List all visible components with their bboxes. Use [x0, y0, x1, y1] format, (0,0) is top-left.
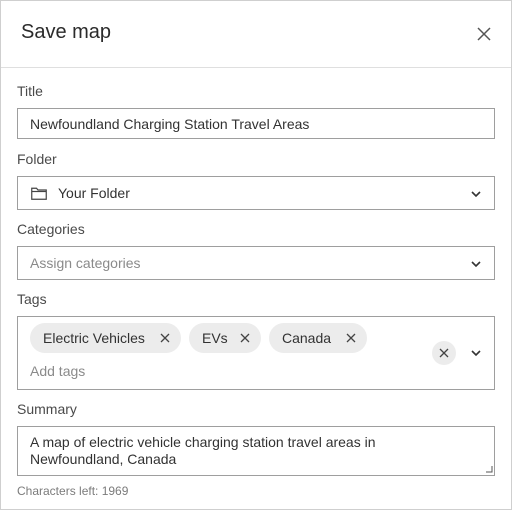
- summary-label: Summary: [17, 401, 77, 417]
- categories-select[interactable]: Assign categories: [17, 246, 495, 280]
- clear-tags-button[interactable]: [432, 341, 456, 365]
- dialog-header: Save map: [1, 1, 511, 68]
- resize-handle-icon[interactable]: [485, 465, 493, 473]
- remove-tag-icon[interactable]: [159, 332, 171, 344]
- title-label: Title: [17, 83, 43, 99]
- tags-label: Tags: [17, 291, 47, 307]
- summary-textarea[interactable]: A map of electric vehicle charging stati…: [17, 426, 495, 476]
- close-icon: [439, 348, 449, 358]
- title-input-value: Newfoundland Charging Station Travel Are…: [30, 116, 310, 132]
- categories-label: Categories: [17, 221, 85, 237]
- remove-tag-icon[interactable]: [345, 332, 357, 344]
- tags-input-placeholder[interactable]: Add tags: [30, 363, 85, 379]
- chevron-down-icon: [471, 191, 481, 198]
- folder-label: Folder: [17, 151, 57, 167]
- summary-line: Newfoundland, Canada: [30, 451, 177, 467]
- title-input[interactable]: Newfoundland Charging Station Travel Are…: [17, 108, 495, 139]
- tags-combobox[interactable]: Electric Vehicles EVs Canada Add tags: [17, 316, 495, 390]
- remove-tag-icon[interactable]: [239, 332, 251, 344]
- tag-chip[interactable]: EVs: [189, 323, 261, 353]
- characters-left: Characters left: 1969: [17, 484, 129, 498]
- tag-chip-label: Canada: [282, 330, 332, 346]
- save-map-dialog: Save map Title Newfoundland Charging Sta…: [0, 0, 512, 510]
- tag-chip-label: EVs: [202, 330, 228, 346]
- folder-value: Your Folder: [58, 185, 130, 201]
- close-icon[interactable]: [473, 23, 495, 45]
- folder-icon: [31, 187, 47, 200]
- summary-line: A map of electric vehicle charging stati…: [30, 434, 376, 450]
- folder-select[interactable]: Your Folder: [17, 176, 495, 210]
- dialog-title: Save map: [21, 21, 112, 43]
- tag-chip[interactable]: Canada: [269, 323, 367, 353]
- chevron-down-icon[interactable]: [469, 346, 483, 360]
- tag-chip[interactable]: Electric Vehicles: [30, 323, 181, 353]
- tag-chip-label: Electric Vehicles: [43, 330, 145, 346]
- chevron-down-icon: [471, 261, 481, 268]
- categories-placeholder: Assign categories: [30, 255, 141, 271]
- summary-text: A map of electric vehicle charging stati…: [30, 434, 376, 468]
